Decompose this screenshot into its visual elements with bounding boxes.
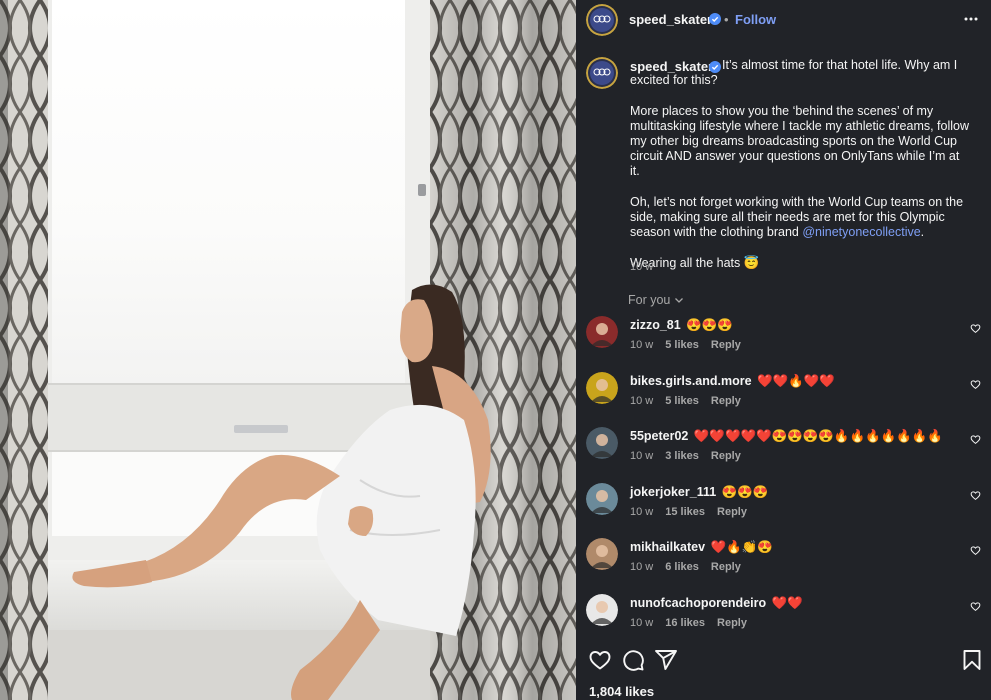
comment-timestamp[interactable]: 10 w (630, 617, 653, 629)
comment-sort-dropdown[interactable]: For you (628, 293, 684, 307)
post-side-panel: speed_skater • Follow speed_skater It’s … (576, 0, 991, 700)
post-photo[interactable] (0, 0, 576, 700)
reply-button[interactable]: Reply (717, 617, 747, 629)
commenter-avatar[interactable] (586, 316, 618, 348)
heart-icon[interactable] (970, 379, 981, 390)
author-avatar[interactable] (586, 4, 618, 36)
bookmark-icon[interactable] (960, 648, 984, 672)
comment-body: bikes.girls.and.more ❤️❤️🔥❤️❤️ (630, 374, 835, 389)
comment-body: 55peter02 ❤️❤️❤️❤️❤️😍😍😍😍🔥🔥🔥🔥🔥🔥🔥 (630, 429, 943, 444)
commenter-username[interactable]: nunofcachoporendeiro (630, 596, 766, 610)
commenter-username[interactable]: bikes.girls.and.more (630, 374, 752, 388)
comment-like-count[interactable]: 5 likes (665, 339, 699, 351)
comment-timestamp[interactable]: 10 w (630, 561, 653, 573)
commenter-avatar[interactable] (586, 593, 618, 626)
comment-sort-label: For you (628, 293, 671, 307)
caption-paragraph-2: More places to show you the ‘behind the … (630, 103, 970, 179)
heart-icon[interactable] (970, 323, 981, 334)
comment-timestamp[interactable]: 10 w (630, 506, 653, 518)
comment-meta: 10 w 3 likes Reply (630, 450, 741, 462)
comment-icon[interactable] (621, 648, 645, 672)
heart-icon[interactable] (588, 648, 612, 672)
comment-text: ❤️🔥👏😍 (710, 540, 773, 554)
reply-button[interactable]: Reply (711, 395, 741, 407)
comment-timestamp[interactable]: 10 w (630, 339, 653, 351)
post-action-bar (576, 648, 991, 674)
comment-like-count[interactable]: 3 likes (665, 450, 699, 462)
reply-button[interactable]: Reply (711, 561, 741, 573)
caption-paragraph-4: Wearing all the hats 😇 (630, 255, 760, 270)
chevron-down-icon (675, 298, 684, 303)
post-header: speed_skater • Follow (576, 0, 991, 40)
caption-paragraph-1: It’s almost time for that hotel life. Wh… (630, 58, 958, 88)
comment-row: nunofcachoporendeiro ❤️❤️ 10 w 16 likes Rep… (576, 593, 991, 642)
caption-timestamp[interactable]: 10 w (630, 261, 653, 273)
comment-text: 😍😍😍 (721, 484, 769, 499)
comment-text: ❤️❤️❤️❤️❤️😍😍😍😍🔥🔥🔥🔥🔥🔥🔥 (693, 429, 943, 443)
comment-meta: 10 w 5 likes Reply (630, 395, 741, 407)
comment-text: 😍😍😍 (686, 318, 733, 332)
commenter-username[interactable]: zizzo_81 (630, 318, 681, 332)
share-icon[interactable] (654, 648, 678, 672)
comment-like-count[interactable]: 15 likes (665, 506, 705, 518)
header-separator: • (724, 12, 729, 27)
heart-icon[interactable] (970, 601, 981, 612)
comment-meta: 10 w 15 likes Reply (630, 506, 747, 518)
comment-meta: 10 w 5 likes Reply (630, 339, 741, 351)
caption-author-avatar[interactable] (586, 57, 618, 89)
brand-mention-link[interactable]: @ninetyonecollective (802, 225, 920, 239)
reply-button[interactable]: Reply (711, 450, 741, 462)
comment-body: zizzo_81 😍😍😍 (630, 318, 733, 333)
commenter-username[interactable]: jokerjoker_111 (630, 485, 716, 499)
comment-like-count[interactable]: 5 likes (665, 395, 699, 407)
comment-meta: 10 w 6 likes Reply (630, 561, 741, 573)
commenter-avatar[interactable] (586, 427, 618, 459)
commenter-username[interactable]: 55peter02 (630, 429, 688, 443)
commenter-avatar[interactable] (586, 371, 618, 404)
comment-body: nunofcachoporendeiro ❤️❤️ (630, 596, 803, 611)
more-options-icon[interactable] (963, 11, 979, 27)
likes-count[interactable]: 1,804 likes (589, 684, 654, 699)
comment-body: mikhailkatev ❤️🔥👏😍 (630, 540, 773, 555)
follow-button[interactable]: Follow (735, 12, 776, 27)
commenter-avatar[interactable] (586, 538, 618, 570)
heart-icon[interactable] (970, 545, 981, 556)
comment-timestamp[interactable]: 10 w (630, 450, 653, 462)
comment-body: jokerjoker_111 😍😍😍 (630, 485, 768, 500)
comment-like-count[interactable]: 6 likes (665, 561, 699, 573)
heart-icon[interactable] (970, 434, 981, 445)
post-caption: It’s almost time for that hotel life. Wh… (630, 58, 970, 286)
comment-row: mikhailkatev ❤️🔥👏😍 10 w 6 likes Reply (576, 538, 991, 586)
commenter-username[interactable]: mikhailkatev (630, 540, 705, 554)
caption-paragraph-3-end: . (920, 225, 925, 240)
reply-button[interactable]: Reply (711, 339, 741, 351)
comment-timestamp[interactable]: 10 w (630, 395, 653, 407)
comment-row: zizzo_81 😍😍😍 10 w 5 likes Reply (576, 316, 991, 364)
comment-row: 55peter02 ❤️❤️❤️❤️❤️😍😍😍😍🔥🔥🔥🔥🔥🔥🔥 10 w 3 lik… (576, 427, 991, 475)
commenter-avatar[interactable] (586, 482, 618, 515)
comment-text: ❤️❤️ (771, 595, 803, 610)
heart-icon[interactable] (970, 490, 981, 501)
comment-text: ❤️❤️🔥❤️❤️ (757, 373, 835, 388)
caption-paragraph-3: Oh, let’s not forget working with the Wo… (630, 195, 970, 241)
photo-window-latch (418, 184, 426, 196)
comment-row: jokerjoker_111 😍😍😍 10 w 15 likes Reply (576, 482, 991, 531)
comment-like-count[interactable]: 16 likes (665, 617, 705, 629)
comment-row: bikes.girls.and.more ❤️❤️🔥❤️❤️ 10 w 5 like… (576, 371, 991, 420)
photo-curtain-left (0, 0, 48, 700)
photo-woman-figure (72, 284, 491, 700)
comment-meta: 10 w 16 likes Reply (630, 617, 747, 629)
reply-button[interactable]: Reply (717, 506, 747, 518)
author-username[interactable]: speed_skater (629, 12, 712, 27)
verified-badge-icon (709, 13, 721, 25)
